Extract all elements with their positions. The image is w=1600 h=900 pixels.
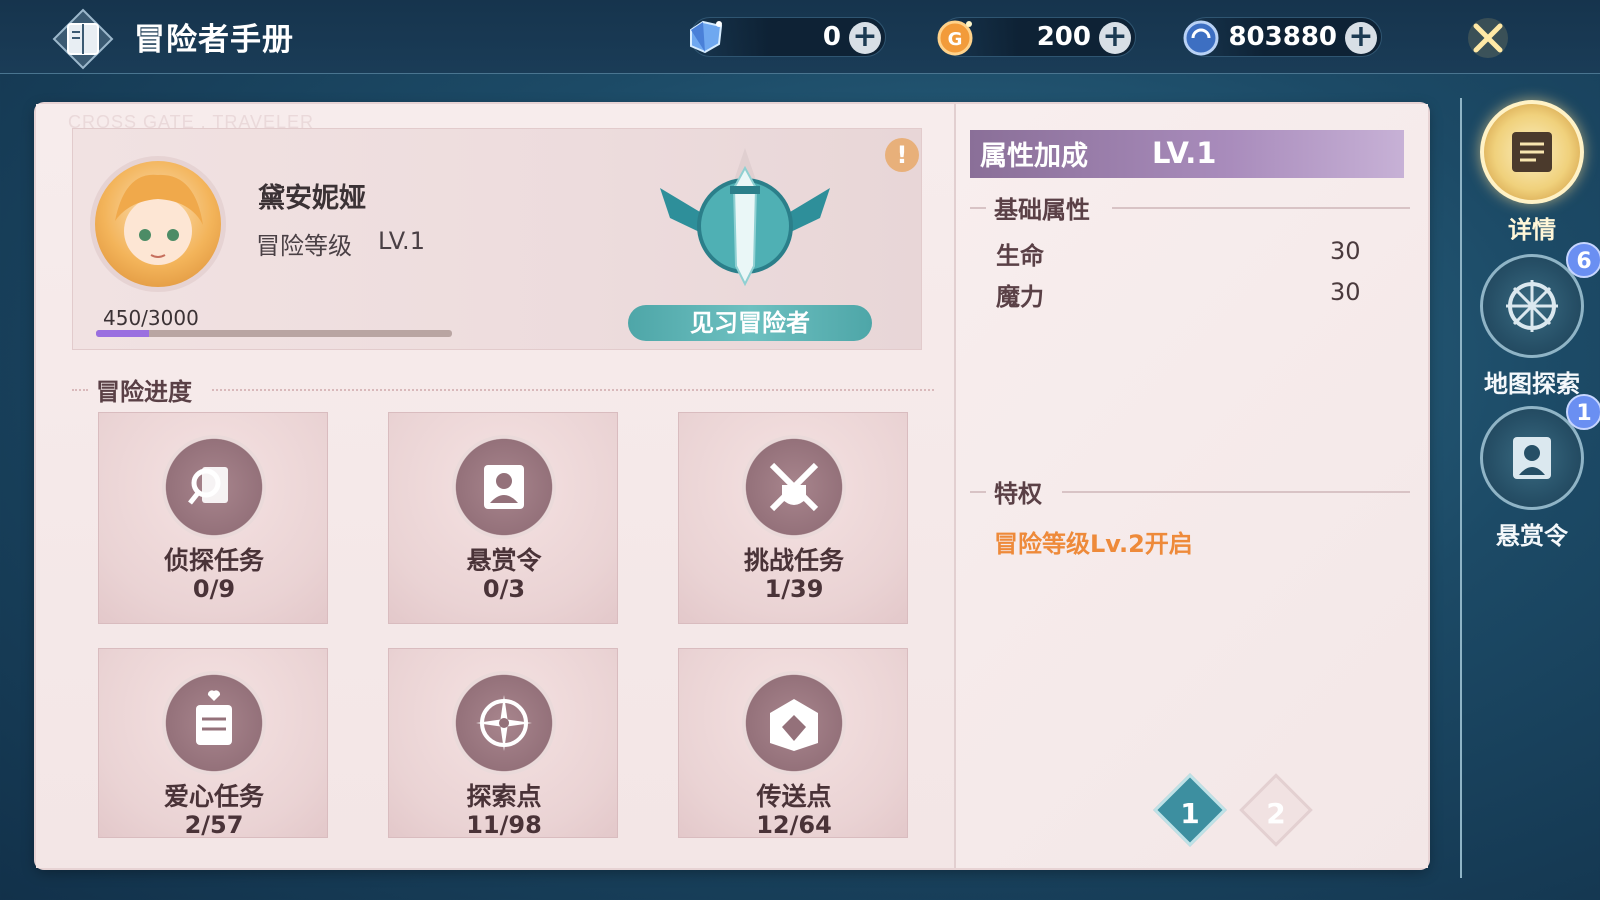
task-tile-love[interactable]: 爱心任务 2/57 bbox=[98, 648, 328, 839]
magnifier-document-icon bbox=[162, 435, 266, 539]
silver-currency: 803880 + bbox=[1183, 17, 1382, 57]
privilege-text: 冒险等级Lv.2开启 bbox=[994, 530, 1193, 558]
notification-badge: 1 bbox=[1566, 394, 1600, 430]
tile-label: 悬赏令 bbox=[466, 546, 542, 575]
attribute-level: LV.1 bbox=[1152, 136, 1217, 170]
notification-badge: 6 bbox=[1566, 242, 1600, 278]
section-divider bbox=[1112, 207, 1410, 209]
section-divider bbox=[72, 389, 88, 391]
crystal-value: 0 bbox=[822, 22, 841, 52]
side-nav-label: 地图探索 bbox=[1484, 370, 1580, 398]
tile-count: 12/64 bbox=[756, 811, 832, 839]
avatar[interactable] bbox=[90, 156, 226, 292]
book-icon bbox=[1480, 100, 1584, 204]
player-name: 黛安妮娅 bbox=[258, 183, 366, 214]
handbook-icon bbox=[50, 8, 116, 70]
stat-name-mp: 魔力 bbox=[996, 283, 1044, 311]
tile-label: 挑战任务 bbox=[743, 546, 844, 575]
stat-value-hp: 30 bbox=[1330, 237, 1361, 265]
side-nav-label: 详情 bbox=[1508, 216, 1556, 244]
progress-section-title: 冒险进度 bbox=[96, 378, 192, 406]
close-button[interactable] bbox=[1464, 14, 1512, 62]
section-divider bbox=[970, 491, 986, 493]
crossed-swords-shield-icon bbox=[742, 435, 846, 539]
alert-icon[interactable]: ! bbox=[885, 138, 919, 172]
privilege-title: 特权 bbox=[994, 480, 1042, 508]
gold-coin-icon: G bbox=[933, 14, 979, 60]
page-number: 2 bbox=[1266, 797, 1286, 831]
compass-icon bbox=[452, 671, 556, 775]
exp-bar-fill bbox=[96, 330, 150, 337]
close-icon bbox=[1468, 18, 1508, 58]
tile-count: 2/57 bbox=[184, 811, 244, 839]
exp-text: 450/3000 bbox=[103, 306, 199, 330]
side-nav-rail bbox=[1460, 98, 1462, 878]
adventure-level-label: 冒险等级 bbox=[256, 232, 352, 260]
task-tile-detective[interactable]: 侦探任务 0/9 bbox=[98, 412, 328, 624]
side-nav-details[interactable]: 详情 bbox=[1480, 100, 1584, 245]
stat-value-mp: 30 bbox=[1330, 278, 1361, 306]
gold-value: 200 bbox=[1036, 22, 1091, 52]
section-divider bbox=[970, 207, 986, 209]
tile-count: 11/98 bbox=[466, 811, 542, 839]
crystal-currency: 0 + bbox=[690, 17, 886, 57]
task-tile-challenge[interactable]: 挑战任务 1/39 bbox=[678, 412, 908, 624]
task-tile-explore[interactable]: 探索点 11/98 bbox=[388, 648, 618, 839]
stat-name-hp: 生命 bbox=[996, 242, 1044, 270]
wanted-poster-icon bbox=[452, 435, 556, 539]
task-tile-teleport[interactable]: 传送点 12/64 bbox=[678, 648, 908, 839]
tile-label: 传送点 bbox=[756, 782, 832, 811]
add-crystal-button[interactable]: + bbox=[849, 22, 881, 54]
section-divider bbox=[1062, 491, 1410, 493]
silver-value: 803880 bbox=[1228, 22, 1337, 52]
crystal-icon bbox=[683, 14, 729, 60]
page-number: 1 bbox=[1180, 797, 1200, 831]
exp-bar bbox=[96, 330, 452, 337]
side-nav-map-explore[interactable]: 6 地图探索 bbox=[1480, 242, 1600, 399]
rank-emblem-icon bbox=[650, 148, 840, 298]
svg-text:G: G bbox=[948, 29, 963, 50]
top-bar: 冒险者手册 0 + G 200 + 803880 + bbox=[0, 0, 1600, 74]
add-silver-button[interactable]: + bbox=[1345, 22, 1377, 54]
rank-title-banner: 见习冒险者 bbox=[628, 305, 872, 341]
basic-attributes-title: 基础属性 bbox=[994, 196, 1090, 224]
tile-label: 侦探任务 bbox=[163, 546, 264, 575]
add-gold-button[interactable]: + bbox=[1099, 22, 1131, 54]
tile-label: 探索点 bbox=[466, 782, 542, 811]
tile-count: 1/39 bbox=[764, 575, 824, 603]
adventure-level-value: LV.1 bbox=[378, 227, 425, 255]
heart-list-icon bbox=[162, 671, 266, 775]
teleport-gate-icon bbox=[742, 671, 846, 775]
tile-count: 0/3 bbox=[482, 575, 526, 603]
tile-label: 爱心任务 bbox=[163, 782, 264, 811]
tile-count: 0/9 bbox=[192, 575, 236, 603]
silver-coin-icon bbox=[1179, 14, 1225, 60]
gold-currency: G 200 + bbox=[937, 17, 1136, 57]
side-nav-label: 悬赏令 bbox=[1496, 522, 1568, 550]
task-tile-bounty[interactable]: 悬赏令 0/3 bbox=[388, 412, 618, 624]
page-title: 冒险者手册 bbox=[134, 22, 294, 58]
section-divider bbox=[212, 389, 934, 391]
side-nav-bounty[interactable]: 1 悬赏令 bbox=[1480, 394, 1600, 551]
attribute-title: 属性加成 bbox=[980, 141, 1088, 172]
